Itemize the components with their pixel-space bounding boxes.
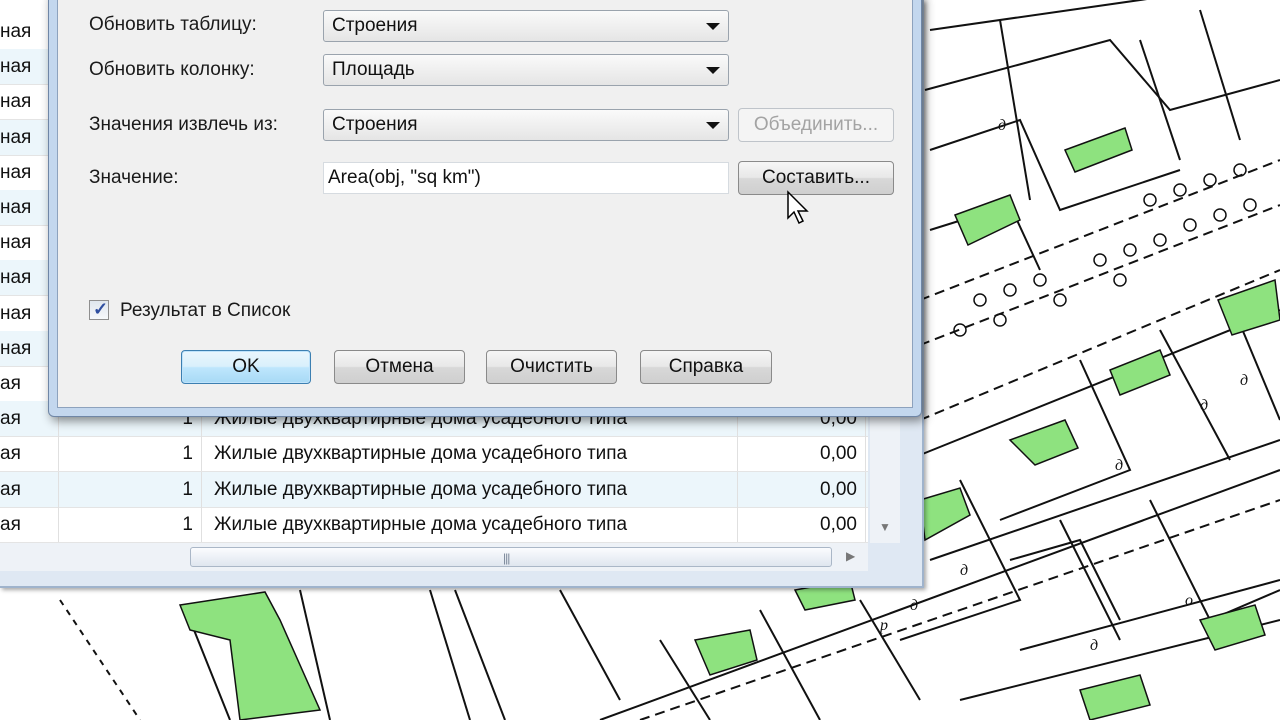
compose-button[interactable]: Составить... [738,161,894,195]
cancel-button[interactable]: Отмена [334,350,465,384]
join-button[interactable]: Объединить... [738,108,894,142]
clear-button[interactable]: Очистить [486,350,617,384]
table-row[interactable]: ая 1 Жилые двухквартирные дома усадебного … [0,506,868,543]
dropdown-arrow-icon [706,67,720,74]
horizontal-scrollbar[interactable]: ||| ▶ [0,543,868,571]
svg-text:о: о [1185,592,1193,609]
value-expression-text: Area(obj, "sq km") [328,167,481,188]
result-to-list-label: Результат в Список [120,300,291,321]
dropdown-arrow-icon [706,23,720,30]
update-column-value: Площадь [332,59,415,80]
dialog-body: Обновить таблицу: Строения Обновить коло… [57,0,913,408]
table-cell: 0,00 [740,506,866,542]
help-button[interactable]: Справка [640,350,772,384]
extract-values-label: Значения извлечь из: [89,114,278,135]
scroll-right-icon[interactable]: ▶ [846,549,855,563]
result-to-list-checkbox[interactable]: ✓ [89,299,109,320]
table-row[interactable]: ая 1 Жилые двухквартирные дома усадебного … [0,471,868,508]
checkmark-icon: ✓ [93,299,109,319]
update-table-value: Строения [332,15,418,36]
grip-icon: ||| [503,551,510,565]
table-cell: ая [0,471,59,507]
value-label: Значение: [89,167,179,188]
table-cell: Жилые двухквартирные дома усадебного тип… [206,471,738,507]
svg-text:д: д [1240,372,1248,389]
extract-values-combo[interactable]: Строения [323,109,729,141]
table-cell: Жилые двухквартирные дома усадебного тип… [206,436,738,472]
svg-text:д: д [998,117,1006,134]
table-cell: 0,00 [740,436,866,472]
svg-text:д: д [910,597,918,614]
table-cell: Жилые двухквартирные дома усадебного тип… [206,506,738,542]
scroll-down-icon[interactable]: ▼ [879,520,891,534]
extract-values-value: Строения [332,114,418,135]
horizontal-scroll-thumb[interactable]: ||| [190,547,832,567]
dropdown-arrow-icon [706,122,720,129]
svg-text:д: д [1090,637,1098,654]
update-column-combo[interactable]: Площадь [323,54,729,86]
table-cell: 1 [60,436,202,472]
update-table-label: Обновить таблицу: [89,14,257,35]
mouse-pointer-icon [787,190,809,225]
svg-text:д: д [1115,457,1123,474]
svg-text:д: д [960,562,968,579]
table-cell: 0,00 [740,471,866,507]
update-column-label: Обновить колонку: [89,59,255,80]
update-table-combo[interactable]: Строения [323,10,729,42]
svg-text:д: д [1200,397,1208,414]
table-cell: ая [0,506,59,542]
table-row[interactable]: ая 1 Жилые двухквартирные дома усадебного … [0,436,868,473]
table-cell: ая [0,436,59,472]
value-expression-input[interactable]: Area(obj, "sq km") [323,162,729,194]
ok-button[interactable]: OK [181,350,311,384]
table-cell: 1 [60,471,202,507]
svg-text:р: р [879,617,888,634]
table-cell: 1 [60,506,202,542]
